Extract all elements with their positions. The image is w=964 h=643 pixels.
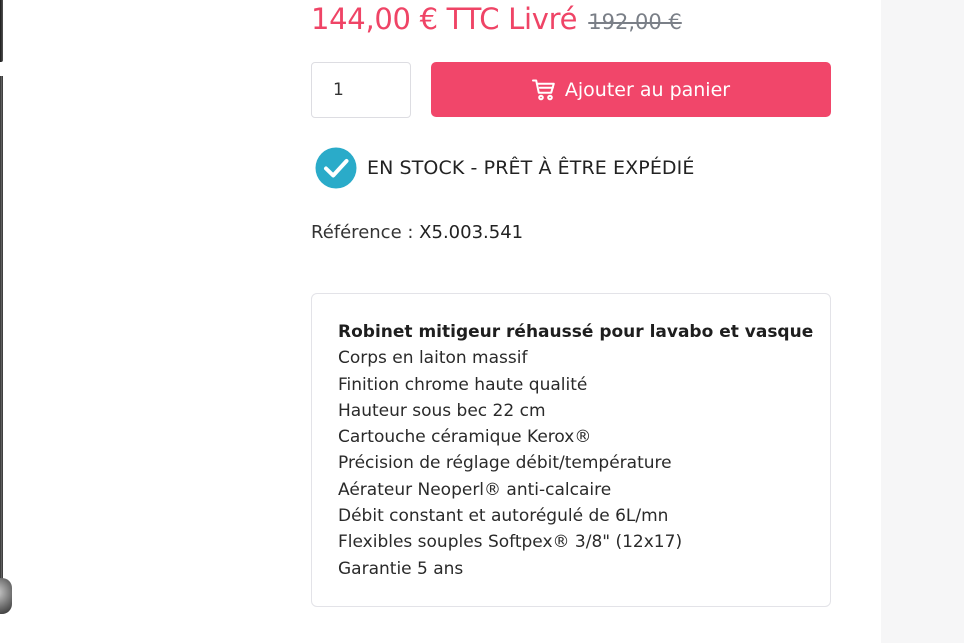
feature-item: Finition chrome haute qualité — [338, 374, 588, 395]
quantity-input[interactable] — [311, 62, 411, 118]
faucet-body-fragment — [0, 76, 3, 581]
right-margin — [881, 0, 964, 643]
feature-item: Aérateur Neoperl® anti-calcaire — [338, 479, 612, 500]
faucet-spout-fragment — [0, 0, 3, 62]
feature-item: Cartouche céramique Kerox® — [338, 427, 592, 448]
add-to-cart-label: Ajouter au panier — [564, 78, 731, 101]
price-row: 144,00 € TTC Livré 192,00 € — [311, 2, 682, 36]
price-old: 192,00 € — [588, 10, 682, 34]
feature-item: Corps en laiton massif — [338, 348, 528, 369]
feature-item: Flexibles souples Softpex® 3/8" (12x17) — [338, 532, 683, 553]
reference-value: X5.003.541 — [419, 222, 524, 243]
description-title: Robinet mitigeur réhaussé pour lavabo et… — [338, 322, 814, 342]
add-to-cart-button[interactable]: Ajouter au panier — [431, 62, 831, 117]
product-image-edge — [0, 0, 12, 643]
feature-item: Précision de réglage débit/température — [338, 453, 672, 474]
check-circle-icon — [315, 147, 357, 189]
feature-list: Corps en laiton massif Finition chrome h… — [338, 345, 804, 582]
feature-item: Débit constant et autorégulé de 6L/mn — [338, 506, 669, 527]
product-reference: Référence : X5.003.541 — [311, 222, 523, 243]
feature-item: Hauteur sous bec 22 cm — [338, 400, 546, 421]
left-gutter — [0, 0, 215, 643]
product-description: Robinet mitigeur réhaussé pour lavabo et… — [311, 293, 831, 607]
stock-text: EN STOCK - PRÊT À ÊTRE EXPÉDIÉ — [367, 157, 695, 179]
cart-icon — [531, 79, 556, 101]
price-current: 144,00 € TTC Livré — [311, 2, 578, 36]
faucet-base-fragment — [0, 578, 12, 614]
feature-item: Garantie 5 ans — [338, 558, 464, 579]
reference-label: Référence : — [311, 222, 414, 243]
stock-status: EN STOCK - PRÊT À ÊTRE EXPÉDIÉ — [315, 147, 694, 189]
